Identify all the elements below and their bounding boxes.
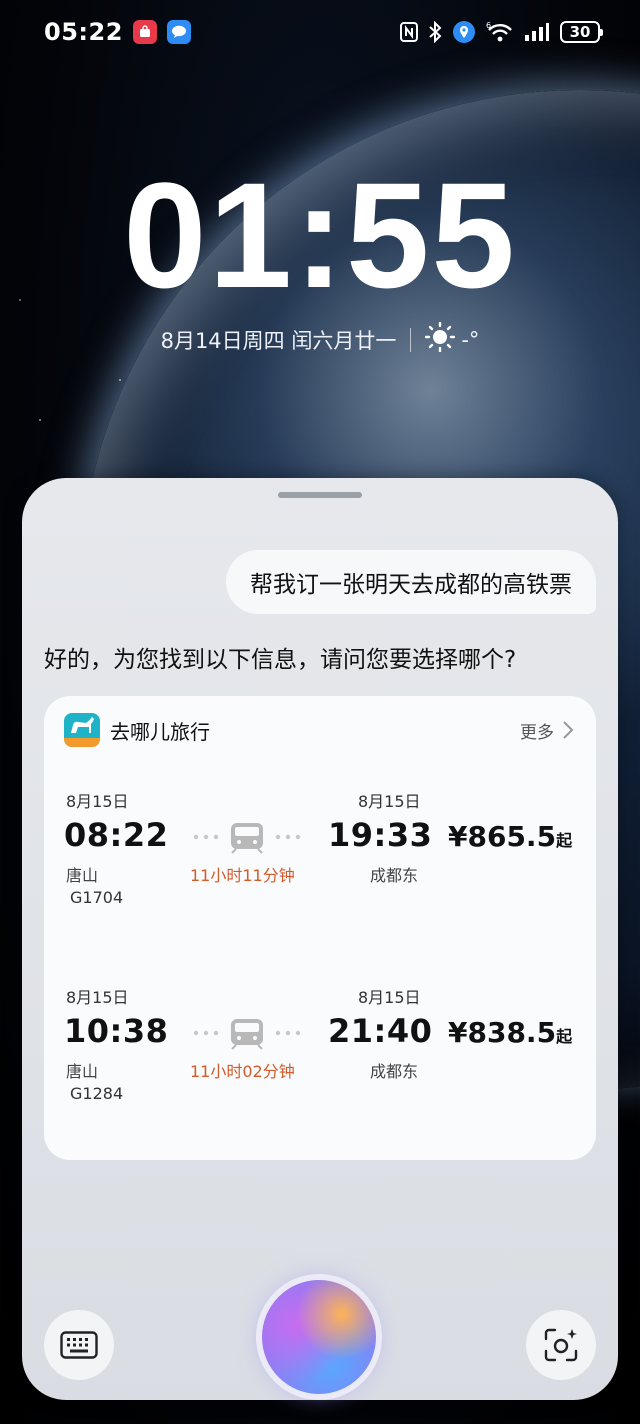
trip-duration: 11小时02分钟 <box>190 1062 295 1081</box>
lock-date: 8月14日周四 闰六月廿一 <box>160 328 397 353</box>
arrive-station: 成都东 <box>370 1062 419 1081</box>
weather[interactable]: -° <box>425 321 480 357</box>
lock-clock: 01:55 <box>123 151 517 319</box>
trip-row[interactable]: 8月15日 10:38 唐山 G1284 11小时02分钟 8月15日 21:4… <box>44 978 596 1138</box>
weather-temp: -° <box>461 327 480 352</box>
date-row: 8月14日周四 闰六月廿一 -° <box>0 321 640 357</box>
keyboard-button[interactable] <box>44 1310 114 1380</box>
more-button[interactable]: 更多 <box>520 718 574 743</box>
ticket-price: ¥838.5起 <box>448 1016 572 1049</box>
card-app-name: 去哪儿旅行 <box>110 719 210 744</box>
status-bar: 05:22 6 30 <box>0 0 640 64</box>
price-value: ¥865.5 <box>448 820 557 853</box>
drag-handle[interactable] <box>278 492 362 498</box>
scan-button[interactable] <box>526 1310 596 1380</box>
signal-icon <box>524 20 550 44</box>
assistant-reply: 好的，为您找到以下信息，请问您要选择哪个? <box>44 647 517 673</box>
battery-icon: 30 <box>560 21 603 43</box>
arrive-time: 21:40 <box>328 1012 433 1050</box>
train-icon <box>192 820 302 858</box>
depart-date: 8月15日 <box>66 792 129 811</box>
qunar-logo-icon <box>64 713 100 747</box>
arrive-station: 成都东 <box>370 866 419 885</box>
card-header: 去哪儿旅行 更多 <box>64 712 574 748</box>
assistant-panel: 帮我订一张明天去成都的高铁票 好的，为您找到以下信息，请问您要选择哪个? 去哪儿… <box>22 478 618 1400</box>
sun-icon <box>425 321 456 357</box>
price-suffix: 起 <box>556 1027 573 1046</box>
wifi-6-icon: 6 <box>486 20 514 44</box>
depart-date: 8月15日 <box>66 988 129 1007</box>
arrive-time: 19:33 <box>328 816 433 854</box>
message-icon <box>166 20 191 44</box>
scan-icon <box>544 1328 578 1362</box>
ticket-price: ¥865.5起 <box>448 820 572 853</box>
app-gallery-icon <box>132 20 157 44</box>
depart-station: 唐山 <box>66 866 99 885</box>
train-number: G1704 <box>70 888 124 907</box>
more-label: 更多 <box>520 722 554 743</box>
trip-row[interactable]: 8月15日 08:22 唐山 G1704 11小时11分钟 8月15日 19:3… <box>44 782 596 942</box>
arrive-date: 8月15日 <box>358 988 421 1007</box>
date-divider <box>410 327 412 352</box>
chevron-right-icon <box>563 721 574 739</box>
price-suffix: 起 <box>556 831 573 850</box>
voice-orb-button[interactable] <box>262 1280 376 1394</box>
depart-time: 08:22 <box>64 816 169 854</box>
arrive-date: 8月15日 <box>358 792 421 811</box>
location-icon <box>452 20 476 44</box>
keyboard-icon <box>60 1331 98 1359</box>
price-value: ¥838.5 <box>448 1016 557 1049</box>
status-time: 05:22 <box>44 18 123 46</box>
user-message-bubble: 帮我订一张明天去成都的高铁票 <box>226 550 596 614</box>
user-message-text: 帮我订一张明天去成都的高铁票 <box>250 572 572 598</box>
train-icon <box>192 1016 302 1054</box>
depart-time: 10:38 <box>64 1012 169 1050</box>
trip-duration: 11小时11分钟 <box>190 866 295 885</box>
bluetooth-icon <box>428 20 442 44</box>
depart-station: 唐山 <box>66 1062 99 1081</box>
nfc-icon <box>400 20 418 44</box>
train-number: G1284 <box>70 1084 124 1103</box>
svg-text:6: 6 <box>486 21 491 30</box>
train-results-card: 去哪儿旅行 更多 8月15日 08:22 唐山 G1704 11小时11分钟 8… <box>44 696 596 1160</box>
